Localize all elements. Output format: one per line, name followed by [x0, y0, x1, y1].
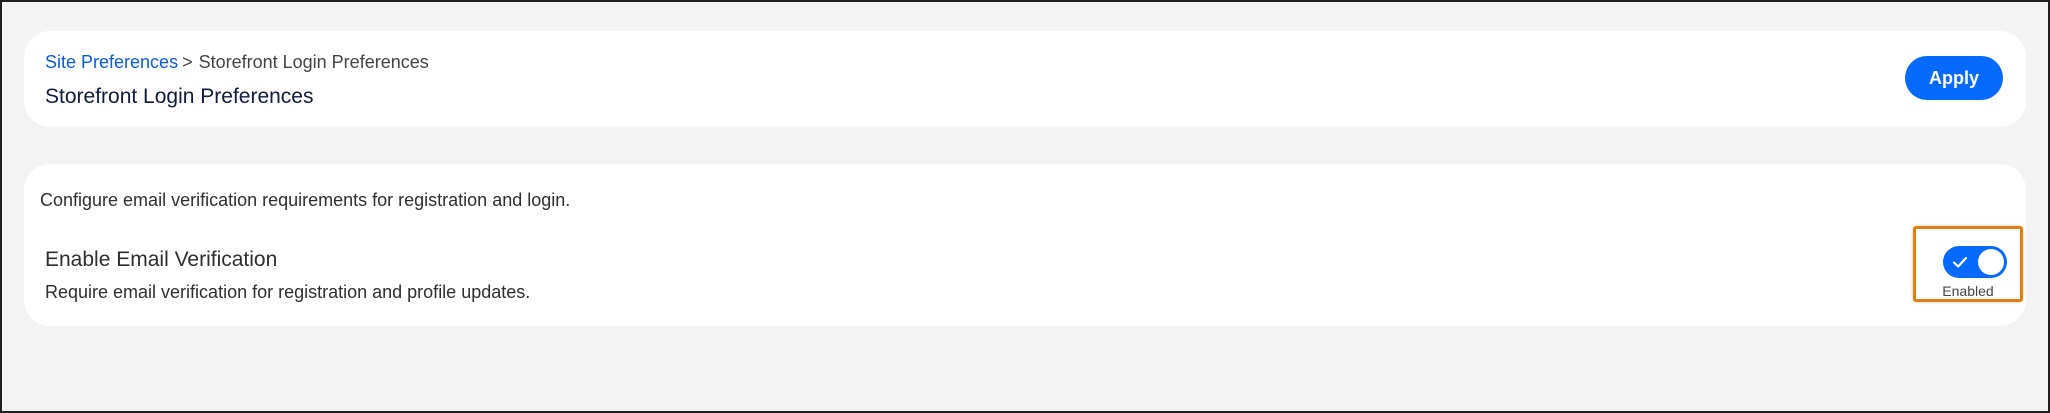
apply-button[interactable]: Apply: [1905, 56, 2003, 100]
page-title: Storefront Login Preferences: [45, 85, 314, 108]
toggle-highlight-box: Enabled: [1913, 226, 2023, 302]
toggle-status-label: Enabled: [1942, 283, 1994, 299]
check-icon: [1952, 256, 1968, 268]
email-verification-help-text: Require email verification for registrat…: [45, 282, 531, 302]
app-frame: Site Preferences > Storefront Login Prefer…: [0, 0, 2050, 413]
email-verification-label: Enable Email Verification: [45, 248, 278, 271]
email-verification-toggle[interactable]: [1943, 246, 2007, 278]
toggle-knob: [1978, 249, 2004, 275]
section-description: Configure email verification requirement…: [40, 190, 571, 210]
breadcrumb-link-site-preferences[interactable]: Site Preferences: [45, 52, 178, 72]
header-card: Site Preferences > Storefront Login Prefer…: [24, 31, 2026, 127]
breadcrumb-current: Storefront Login Preferences: [198, 52, 429, 72]
breadcrumb-separator: >: [182, 52, 193, 72]
breadcrumb: Site Preferences > Storefront Login Prefer…: [45, 51, 429, 73]
settings-card: Configure email verification requirement…: [24, 164, 2026, 326]
